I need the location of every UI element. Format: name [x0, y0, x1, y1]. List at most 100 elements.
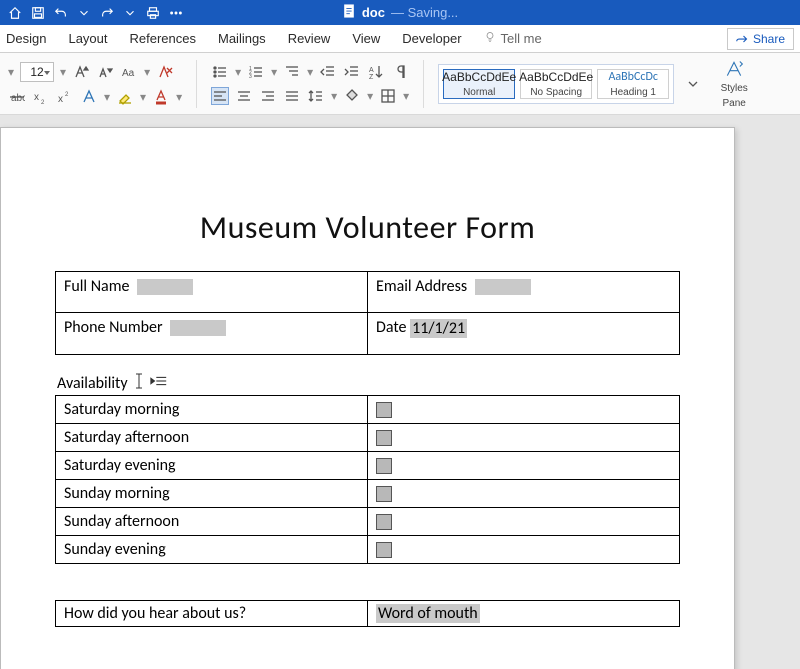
availability-check-cell[interactable] [368, 423, 680, 451]
shading-icon[interactable] [343, 87, 361, 105]
availability-label-row: Availability [57, 373, 680, 393]
title-bar: doc — Saving... [0, 0, 800, 25]
svg-text:Aa: Aa [122, 68, 135, 79]
save-icon[interactable] [31, 6, 45, 20]
align-center-icon[interactable] [235, 87, 253, 105]
svg-text:Z: Z [369, 74, 374, 80]
subscript-icon[interactable]: x2 [32, 88, 50, 106]
checkbox[interactable] [376, 514, 392, 530]
paragraph-marks-icon[interactable] [391, 63, 409, 81]
availability-check-cell[interactable] [368, 451, 680, 479]
styles-gallery: AaBbCcDdEe Normal AaBbCcDdEe No Spacing … [438, 64, 674, 104]
table-row: Saturday afternoon [56, 423, 680, 451]
align-left-icon[interactable] [211, 87, 229, 105]
hear-answer-field[interactable]: Word of mouth [376, 604, 480, 623]
checkbox[interactable] [376, 430, 392, 446]
tab-mailings[interactable]: Mailings [218, 31, 266, 46]
checkbox[interactable] [376, 402, 392, 418]
checkbox[interactable] [376, 486, 392, 502]
undo-icon[interactable] [54, 6, 68, 20]
document-page[interactable]: Museum Volunteer Form Full Name Email Ad… [0, 127, 735, 669]
tab-developer[interactable]: Developer [402, 31, 461, 46]
lightbulb-icon [484, 31, 496, 46]
tab-view[interactable]: View [352, 31, 380, 46]
clear-formatting-icon[interactable] [156, 63, 174, 81]
justify-icon[interactable] [283, 87, 301, 105]
bullets-icon[interactable] [211, 63, 229, 81]
phone-cell[interactable]: Phone Number [56, 313, 368, 355]
availability-slot[interactable]: Saturday evening [56, 451, 368, 479]
table-row: Sunday morning [56, 479, 680, 507]
document-canvas[interactable]: Museum Volunteer Form Full Name Email Ad… [0, 115, 800, 669]
hear-about-us-table: How did you hear about us? Word of mouth [55, 600, 680, 628]
home-icon[interactable] [8, 6, 22, 20]
availability-slot[interactable]: Saturday afternoon [56, 423, 368, 451]
phone-field[interactable] [170, 320, 226, 336]
tell-me-search[interactable]: Tell me [484, 31, 542, 46]
tab-design[interactable]: Design [6, 31, 46, 46]
availability-slot[interactable]: Saturday morning [56, 395, 368, 423]
decrease-indent-icon[interactable] [319, 63, 337, 81]
decrease-font-icon[interactable] [96, 63, 114, 81]
multilevel-list-icon[interactable] [283, 63, 301, 81]
font-size-selector[interactable]: 12 [20, 62, 54, 82]
ribbon-paragraph-group: ▾ 123▾ ▾ AZ ▾ ▾ ▾ [211, 63, 409, 105]
sort-icon[interactable]: AZ [367, 63, 385, 81]
email-field[interactable] [475, 279, 531, 295]
highlight-icon[interactable] [116, 88, 134, 106]
style-no-spacing[interactable]: AaBbCcDdEe No Spacing [520, 69, 592, 99]
date-field[interactable]: 11/1/21 [410, 319, 467, 338]
style-normal[interactable]: AaBbCcDdEe Normal [443, 69, 515, 99]
hear-question-cell[interactable]: How did you hear about us? [56, 600, 368, 627]
change-case-icon[interactable]: Aa [120, 63, 138, 81]
tab-layout[interactable]: Layout [68, 31, 107, 46]
checkbox[interactable] [376, 542, 392, 558]
full-name-field[interactable] [137, 279, 193, 295]
ribbon-font-group: ▾ 12 ▾ Aa ▾ abc x2 x2 ▾ ▾ ▾ [8, 62, 182, 106]
align-right-icon[interactable] [259, 87, 277, 105]
full-name-label: Full Name [64, 277, 129, 296]
font-color-icon[interactable] [152, 88, 170, 106]
availability-check-cell[interactable] [368, 479, 680, 507]
redo-icon[interactable] [100, 6, 114, 20]
increase-indent-icon[interactable] [343, 63, 361, 81]
share-button[interactable]: Share [727, 28, 794, 50]
email-cell[interactable]: Email Address [368, 272, 680, 313]
style-heading-1[interactable]: AaBbCcDc Heading 1 [597, 69, 669, 99]
ribbon: ▾ 12 ▾ Aa ▾ abc x2 x2 ▾ ▾ ▾ ▾ 123▾ [0, 53, 800, 115]
share-icon [736, 33, 748, 45]
availability-slot[interactable]: Sunday morning [56, 479, 368, 507]
availability-slot[interactable]: Sunday afternoon [56, 507, 368, 535]
availability-table: Saturday morning Saturday afternoon Satu… [55, 395, 680, 564]
availability-check-cell[interactable] [368, 507, 680, 535]
availability-check-cell[interactable] [368, 535, 680, 563]
increase-font-icon[interactable] [72, 63, 90, 81]
borders-icon[interactable] [379, 87, 397, 105]
document-title: Museum Volunteer Form [55, 208, 680, 247]
text-cursor-icon [134, 373, 144, 393]
availability-check-cell[interactable] [368, 395, 680, 423]
tab-references[interactable]: References [130, 31, 196, 46]
full-name-cell[interactable]: Full Name [56, 272, 368, 313]
chevron-down-icon[interactable] [123, 6, 137, 20]
superscript-icon[interactable]: x2 [56, 88, 74, 106]
styles-pane-button[interactable]: Styles Pane [712, 59, 756, 109]
phone-label: Phone Number [64, 318, 163, 337]
date-cell[interactable]: Date 11/1/21 [368, 313, 680, 355]
table-row: Saturday morning [56, 395, 680, 423]
chevron-down-icon[interactable] [77, 6, 91, 20]
strikethrough-icon[interactable]: abc [8, 88, 26, 106]
svg-text:3: 3 [249, 74, 252, 80]
availability-slot[interactable]: Sunday evening [56, 535, 368, 563]
checkbox[interactable] [376, 458, 392, 474]
line-spacing-icon[interactable] [307, 87, 325, 105]
svg-text:2: 2 [41, 100, 45, 105]
tab-review[interactable]: Review [288, 31, 331, 46]
styles-more-icon[interactable] [684, 75, 702, 93]
print-icon[interactable] [146, 6, 160, 20]
svg-text:A: A [369, 67, 374, 74]
more-icon[interactable] [169, 6, 183, 20]
hear-answer-cell[interactable]: Word of mouth [368, 600, 680, 627]
text-effects-icon[interactable] [80, 88, 98, 106]
numbering-icon[interactable]: 123 [247, 63, 265, 81]
